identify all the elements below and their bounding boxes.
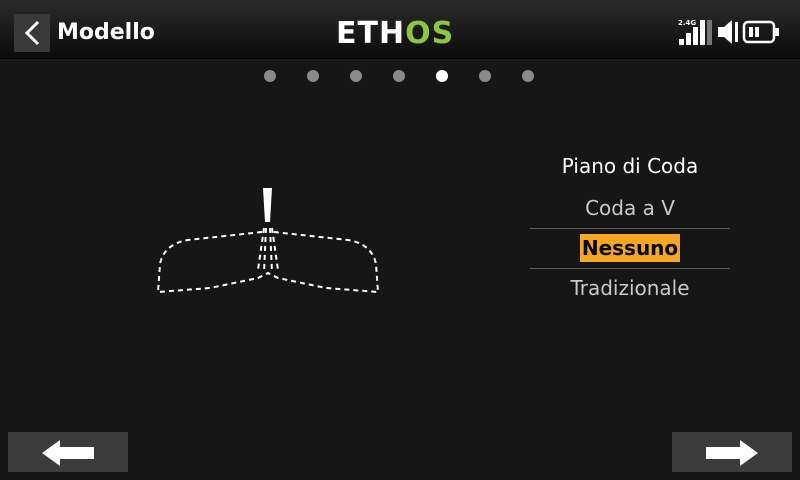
prev-button[interactable]: [8, 432, 128, 472]
page-dot: [350, 70, 362, 82]
tail-diagram: [156, 188, 380, 294]
arrow-left-icon: [42, 440, 94, 466]
next-button[interactable]: [672, 432, 792, 472]
logo-eth: ETH: [336, 16, 406, 51]
signal-label: 2.4G: [678, 19, 696, 27]
page-dot: [307, 70, 319, 82]
battery-icon: [742, 20, 779, 44]
option-nessuno[interactable]: Nessuno: [530, 228, 730, 268]
option-tradizionale[interactable]: Tradizionale: [530, 268, 730, 308]
top-bar: Modello ETHOS 2.4G: [0, 0, 800, 59]
page-dot: [264, 70, 276, 82]
vertical-fin: [263, 188, 272, 222]
chevron-left-icon: [24, 20, 40, 46]
tail-heading: Piano di Coda: [561, 154, 699, 178]
page-dot: [522, 70, 534, 82]
status-area: 2.4G: [676, 18, 788, 48]
page-title: Modello: [57, 20, 155, 45]
page-dot: [479, 70, 491, 82]
logo-os: OS: [405, 16, 455, 51]
page-indicator: [0, 70, 800, 84]
option-coda-a-v[interactable]: Coda a V: [530, 188, 730, 228]
page-dot: [393, 70, 405, 82]
page-dot-active: [436, 70, 448, 82]
back-button[interactable]: [14, 14, 50, 52]
arrow-right-icon: [706, 440, 758, 466]
ethos-logo: ETHOS: [336, 17, 454, 51]
